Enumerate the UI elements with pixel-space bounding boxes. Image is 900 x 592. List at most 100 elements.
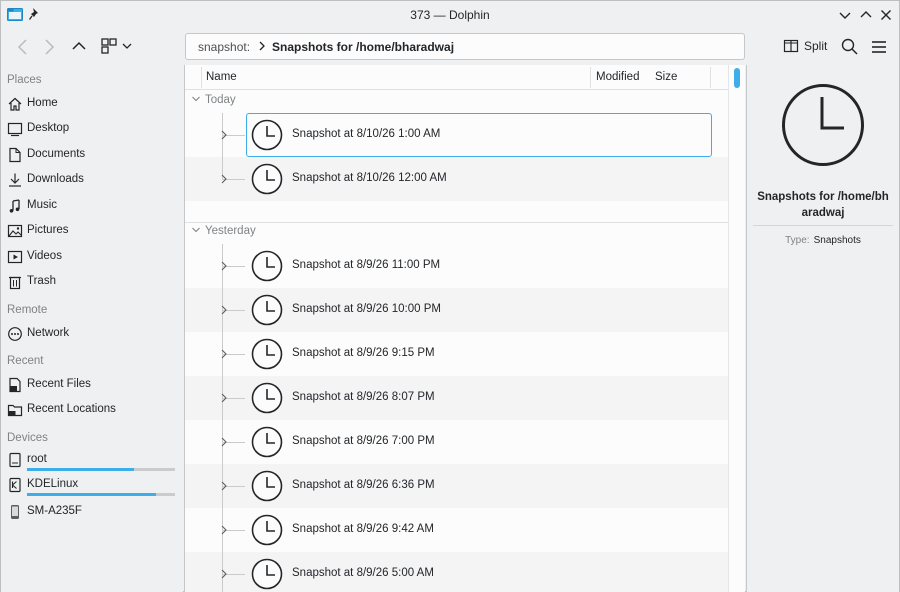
split-view-icon [783,39,799,53]
view-mode-chevron-down-icon[interactable] [120,36,134,56]
minimize-icon[interactable] [837,7,853,23]
desktop-icon [7,122,23,137]
recent-locations-icon [7,404,23,417]
sidebar-item-videos[interactable]: Videos [7,246,179,268]
group-label: Yesterday [205,225,256,237]
section-places: Places [7,74,42,86]
sidebar-item-recent-locations[interactable]: Recent Locations [7,399,179,421]
file-name: Snapshot at 8/9/26 5:00 AM [292,567,434,579]
clock-icon [251,426,283,458]
file-view[interactable]: Name Modified Size Today Snapshot at 8/1… [184,65,729,592]
sidebar-item-label: Trash [27,275,56,287]
sidebar-item-label: Recent Locations [27,403,116,415]
breadcrumb-current[interactable]: Snapshots for /home/bharadwaj [272,40,454,54]
info-type-key: Type: [785,235,810,246]
breadcrumb-scheme[interactable]: snapshot: [198,40,250,54]
info-title-line2: aradwaj [801,207,845,219]
section-devices: Devices [7,432,48,444]
sidebar-item-pictures[interactable]: Pictures [7,220,179,242]
sidebar-item-phone[interactable]: SM-A235F [7,501,179,523]
view-mode-icon[interactable] [99,36,119,56]
sidebar-item-kdelinux[interactable]: KDELinux [7,474,179,496]
list-item[interactable]: Snapshot at 8/10/26 12:00 AM [185,157,729,201]
forward-icon[interactable] [39,37,59,57]
sidebar-item-label: Desktop [27,122,70,134]
vertical-scrollbar[interactable] [728,65,745,592]
capacity-fill [27,493,156,496]
sidebar-item-label: Pictures [27,224,69,236]
list-item[interactable]: Snapshot at 8/9/26 10:00 PM [185,288,729,332]
window-title: 373 — Dolphin [410,8,490,22]
music-icon [9,199,20,213]
sidebar-item-label: Documents [27,148,86,160]
group-label: Today [205,94,236,106]
clock-icon [251,338,283,370]
back-icon[interactable] [13,37,33,57]
chevron-down-icon [192,227,200,233]
list-item[interactable]: Snapshot at 8/9/26 9:42 AM [185,508,729,552]
expand-chevron-icon[interactable] [219,348,229,360]
group-header-today[interactable]: Today [191,94,236,106]
sidebar-item-network[interactable]: Network [7,323,179,345]
file-name: Snapshot at 8/9/26 10:00 PM [292,303,441,315]
file-name: Snapshot at 8/9/26 11:00 PM [292,259,441,271]
sidebar-item-downloads[interactable]: Downloads [7,169,179,191]
column-size[interactable]: Size [655,71,677,83]
up-icon[interactable] [69,36,89,56]
list-item[interactable]: Snapshot at 8/9/26 8:07 PM [185,376,729,420]
sidebar-item-label: root [27,453,47,465]
column-modified[interactable]: Modified [596,71,639,83]
file-name: Snapshot at 8/9/26 9:42 AM [292,523,434,535]
maximize-icon[interactable] [858,7,874,23]
column-divider [710,67,711,88]
column-header: Name Modified Size [185,65,729,90]
dolphin-window: 373 — Dolphin snapshot: Snapshots for /h… [0,0,900,592]
sidebar-item-music[interactable]: Music [7,195,179,217]
expand-chevron-icon[interactable] [219,392,229,404]
title-bar[interactable]: 373 — Dolphin [1,1,899,29]
list-item[interactable]: Snapshot at 8/9/26 9:15 PM [185,332,729,376]
search-icon[interactable] [840,37,860,57]
info-divider [753,225,893,226]
sidebar-item-label: SM-A235F [27,505,82,517]
expand-chevron-icon[interactable] [219,304,229,316]
list-item[interactable]: Snapshot at 8/10/26 1:00 AM [185,113,729,157]
location-bar[interactable]: snapshot: Snapshots for /home/bharadwaj [185,33,745,60]
documents-icon [9,147,21,163]
chevron-down-icon [192,96,200,102]
sidebar-item-trash[interactable]: Trash [7,271,179,293]
expand-chevron-icon[interactable] [219,480,229,492]
expand-chevron-icon[interactable] [219,436,229,448]
sidebar-item-root[interactable]: root [7,449,179,471]
expand-chevron-icon[interactable] [219,173,229,185]
sidebar-item-home[interactable]: Home [7,93,179,115]
file-name: Snapshot at 8/9/26 9:15 PM [292,347,435,359]
file-name: Snapshot at 8/9/26 6:36 PM [292,479,435,491]
expand-chevron-icon[interactable] [219,524,229,536]
places-panel: Places Home Desktop Documents Downloads … [1,65,183,592]
list-item[interactable]: Snapshot at 8/9/26 6:36 PM [185,464,729,508]
info-type-value: Snapshots [813,235,861,246]
split-label: Split [804,39,828,53]
clock-icon [251,470,283,502]
drive-icon [9,477,21,493]
sidebar-item-desktop[interactable]: Desktop [7,118,179,140]
list-item[interactable]: Snapshot at 8/9/26 7:00 PM [185,420,729,464]
column-name[interactable]: Name [206,71,237,83]
sidebar-item-label: Recent Files [27,378,91,390]
list-item[interactable]: Snapshot at 8/9/26 5:00 AM [185,552,729,592]
expand-chevron-icon[interactable] [219,129,229,141]
hamburger-menu-icon[interactable] [869,37,889,57]
sidebar-item-label: Music [27,199,58,211]
scrollbar-thumb[interactable] [734,68,740,88]
close-icon[interactable] [878,7,894,23]
sidebar-item-documents[interactable]: Documents [7,144,179,166]
group-header-yesterday[interactable]: Yesterday [191,225,256,237]
sidebar-item-recent-files[interactable]: Recent Files [7,374,179,396]
column-divider [590,67,591,88]
expand-chevron-icon[interactable] [219,260,229,272]
phone-icon [11,505,19,519]
list-item[interactable]: Snapshot at 8/9/26 11:00 PM [185,244,729,288]
expand-chevron-icon[interactable] [219,568,229,580]
group-separator [185,222,729,223]
